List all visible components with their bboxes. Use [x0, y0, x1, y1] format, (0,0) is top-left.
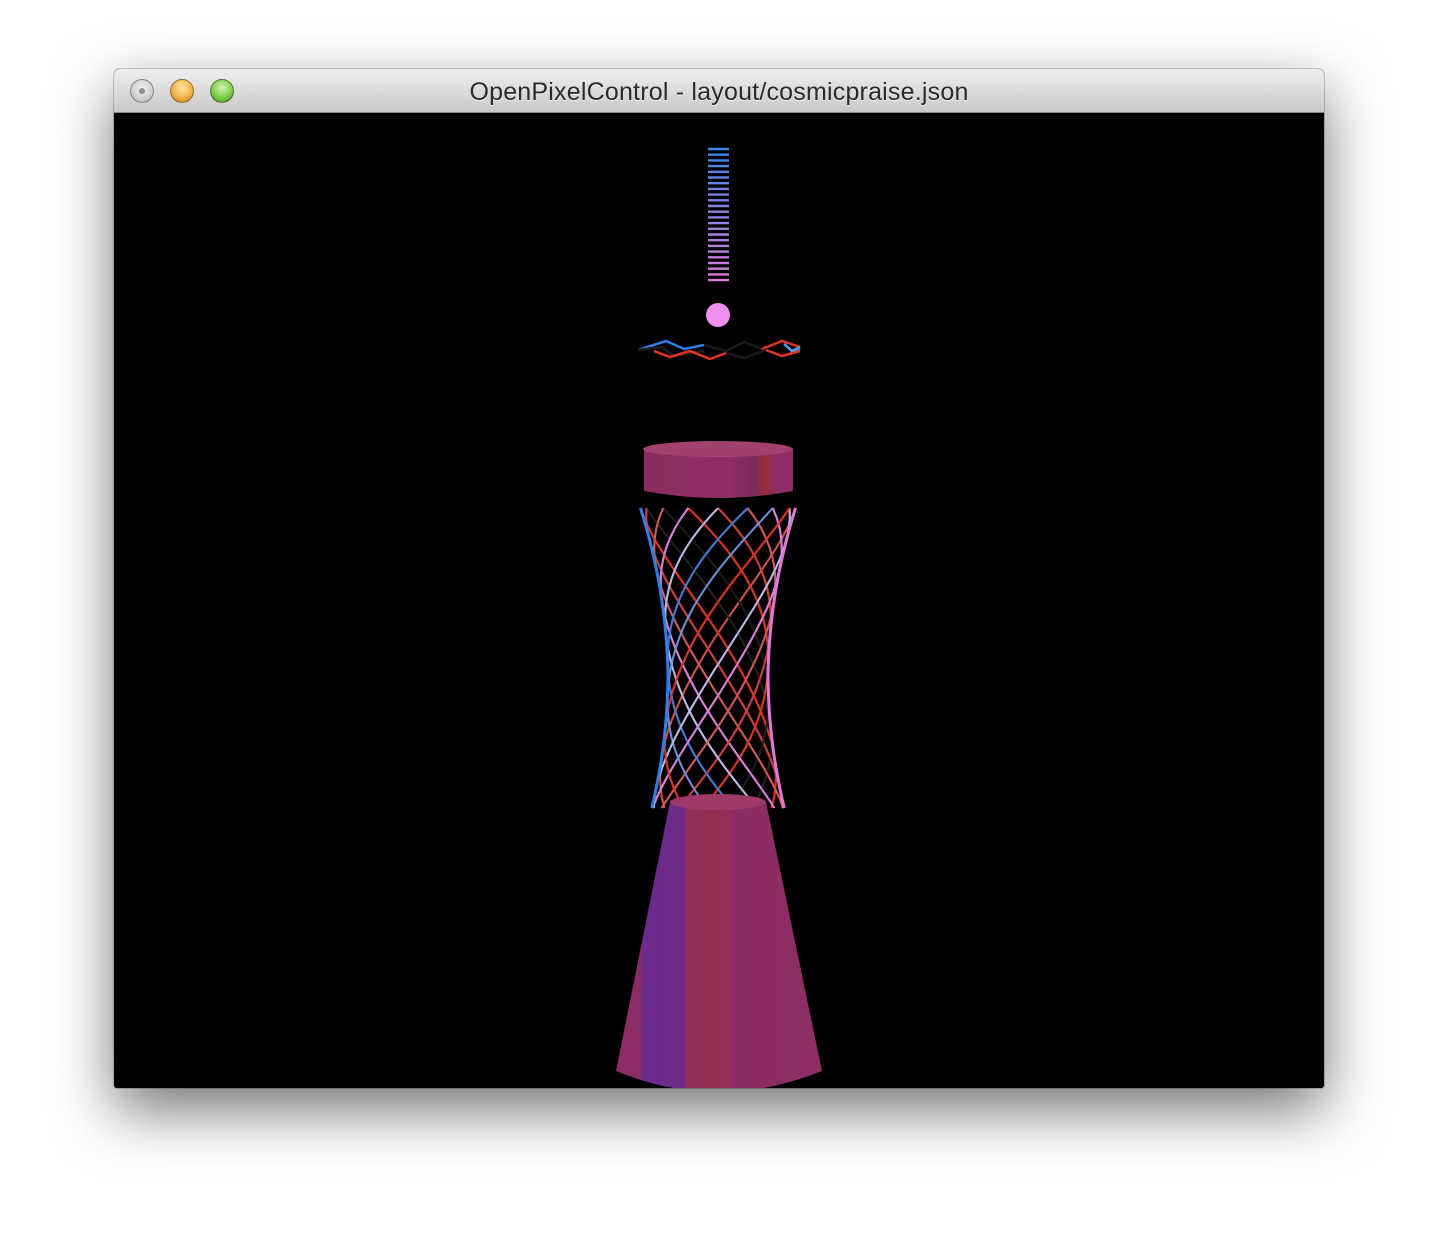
pixel-layout-canvas[interactable]	[114, 113, 1324, 1088]
lattice-tower	[639, 507, 797, 809]
base-cone	[616, 794, 822, 1088]
led-orb	[706, 303, 730, 327]
title-bar[interactable]: OpenPixelControl - layout/cosmicpraise.j…	[114, 69, 1324, 113]
led-strip	[708, 147, 729, 282]
zigzag-ring	[637, 339, 801, 361]
top-ring	[643, 441, 793, 498]
render-viewport[interactable]	[114, 113, 1324, 1088]
window-title: OpenPixelControl - layout/cosmicpraise.j…	[469, 78, 969, 106]
app-window: OpenPixelControl - layout/cosmicpraise.j…	[114, 69, 1324, 1088]
